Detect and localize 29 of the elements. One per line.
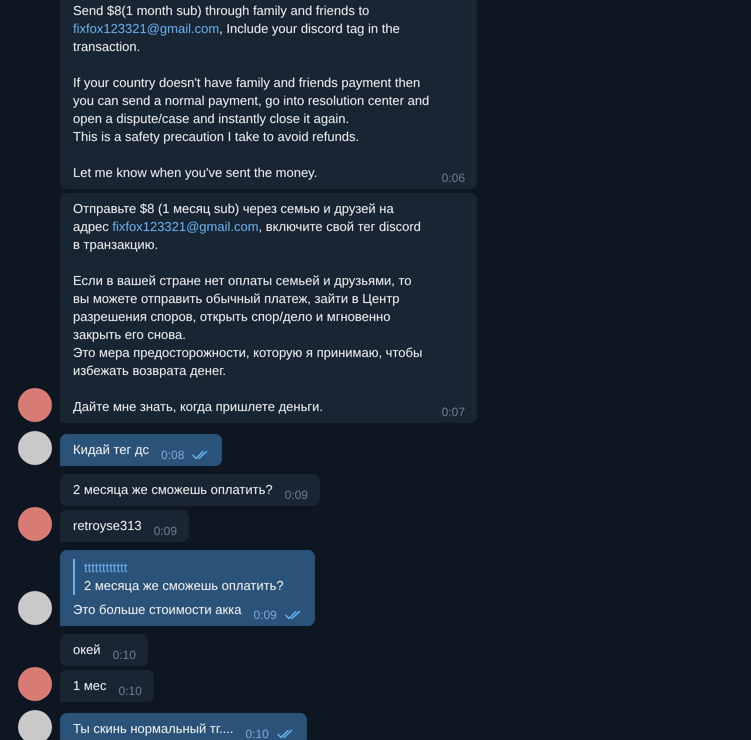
message-time: 0:10 <box>112 648 136 662</box>
message-text: Send $8(1 month sub) through family and friends to fixfox123321@gmail.com, Include your discord tag in the transaction. If your country doesn't have family and friends payment then you can send a normal payment, go into resolution center and open a dispute/case and instantly close it again. This is a safety precaution I take to avoid refunds. Let me know when you've sent the money. <box>73 2 430 182</box>
message-time: 0:07 <box>442 405 465 419</box>
email-link[interactable]: fixfox123321@gmail.com <box>112 219 259 234</box>
avatar-photo[interactable] <box>18 667 52 701</box>
avatar-photo[interactable] <box>18 388 52 422</box>
message-text: retroyse313 <box>73 517 142 535</box>
reply-quote[interactable]: tttttttttttt 2 месяца же сможешь оплатить? <box>73 559 303 595</box>
avatar-photo[interactable] <box>18 591 52 625</box>
message-time: 0:09 <box>154 524 178 538</box>
message-text: Кидай тег дс <box>73 441 150 459</box>
email-link[interactable]: fixfox123321@gmail.com <box>73 21 220 36</box>
message-time: 0:10 <box>118 684 142 698</box>
reply-author: tttttttttttt <box>84 559 128 577</box>
message-text: 2 месяца же сможешь оплатить? <box>73 481 273 499</box>
message-text: Отправьте $8 (1 месяц sub) через семью и друзей на адрес fixfox123321@gmail.com, включите свой тег discord в транзакцию. Если в вашей стране нет оплаты семьей и друзьями, то вы можете отправить обычный платеж, зайти в Центр разрешения споров, открыть спор/дело и мгновенно закрыть его снова. Это мера предосторожности, которую я принимаю, чтобы избежать возврата денег. Дайте мне знать, когда пришлете деньги. <box>73 200 424 416</box>
message-time: 0:09 <box>284 488 308 502</box>
avatar-photo[interactable] <box>18 710 52 740</box>
message-time: 0:09 <box>253 608 277 622</box>
message-text: Это больше стоимости акка <box>73 601 242 619</box>
message-text: Ты скинь нормальный тг.... <box>73 720 234 738</box>
message-text: 1 мес <box>73 677 107 695</box>
message-time: 0:08 <box>161 448 184 462</box>
reply-text: 2 месяца же сможешь оплатить? <box>84 577 285 595</box>
message-time: 0:10 <box>245 727 269 740</box>
message-time: 0:06 <box>442 171 465 185</box>
message-text: окей <box>73 641 101 659</box>
avatar-photo[interactable] <box>18 507 52 541</box>
avatar-photo[interactable] <box>18 431 52 465</box>
